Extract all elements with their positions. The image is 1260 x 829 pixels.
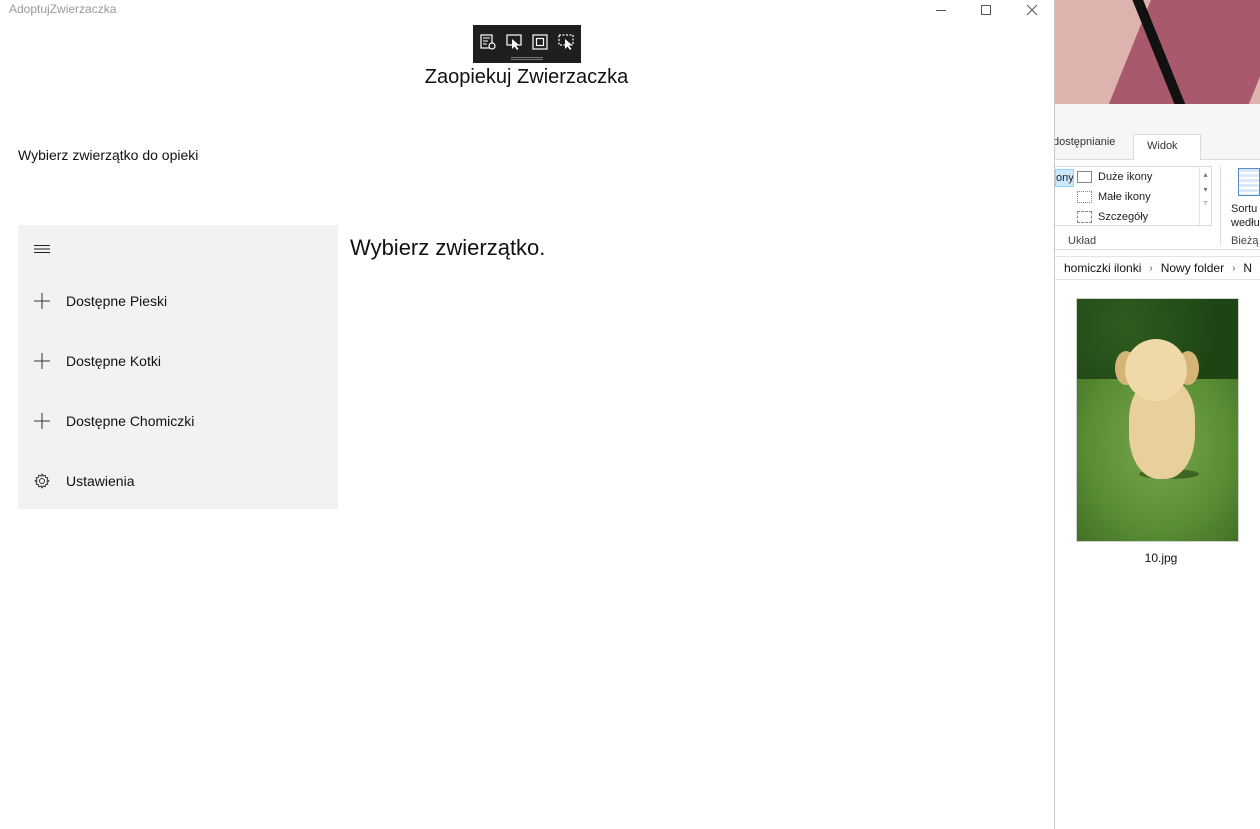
breadcrumb-item[interactable]: N — [1243, 261, 1252, 275]
layout-scrollbar[interactable]: ▴ ▾ ▿ — [1199, 167, 1211, 227]
sort-by-icon[interactable] — [1238, 168, 1260, 196]
file-thumbnail[interactable] — [1076, 298, 1239, 542]
nav-item-label: Dostępne Chomiczki — [66, 413, 195, 429]
group-label-layout: Układ — [1068, 235, 1097, 247]
nav-item-ustawienia[interactable]: Ustawienia — [18, 457, 338, 505]
details-icon — [1077, 211, 1092, 223]
scroll-up-icon[interactable]: ▴ — [1200, 170, 1211, 179]
desktop-wallpaper — [1055, 0, 1260, 104]
file-name[interactable]: 10.jpg — [1076, 551, 1246, 565]
debug-toolbar — [473, 25, 581, 63]
nav-item-label: Dostępne Pieski — [66, 293, 168, 309]
page-title: Zaopiekuj Zwierzaczka — [424, 66, 629, 88]
visual-tree-icon[interactable] — [478, 32, 498, 52]
group-label-current-view: Bieżą — [1231, 235, 1259, 247]
close-button[interactable] — [1009, 0, 1055, 20]
layout-option-selected[interactable]: ony — [1055, 169, 1074, 187]
track-focus-icon[interactable] — [556, 32, 576, 52]
puppy-image — [1125, 339, 1187, 401]
small-icons-icon — [1077, 191, 1092, 203]
window-title: AdoptujZwierzaczka — [9, 2, 117, 16]
large-icons-icon — [1077, 171, 1092, 183]
tab-view[interactable]: Widok — [1133, 134, 1201, 160]
background-explorer-window: dostępnianie Widok ony Duże ikony Małe i… — [1055, 0, 1260, 829]
layout-gallery: ony Duże ikony Małe ikony Szczegóły ▴ ▾ … — [1055, 166, 1212, 227]
maximize-icon — [981, 5, 991, 15]
select-element-icon[interactable] — [504, 32, 524, 52]
breadcrumb-item[interactable]: homiczki ilonki — [1064, 261, 1141, 275]
nav-item-dostepne-pieski[interactable]: Dostępne Pieski — [18, 277, 338, 325]
ribbon-tabs: dostępnianie Widok — [1055, 104, 1260, 160]
address-bar[interactable]: homiczki ilonki › Nowy folder › N — [1055, 256, 1260, 280]
minimize-button[interactable] — [918, 0, 964, 20]
chevron-right-icon[interactable]: › — [1149, 263, 1152, 274]
minimize-icon — [936, 9, 946, 11]
title-bar[interactable]: AdoptujZwierzaczka — [0, 0, 1055, 20]
close-icon — [1026, 4, 1038, 16]
nav-item-label: Dostępne Kotki — [66, 353, 161, 369]
ribbon-body: ony Duże ikony Małe ikony Szczegóły ▴ ▾ … — [1055, 160, 1260, 250]
gear-icon — [18, 457, 66, 505]
expand-gallery-icon[interactable]: ▿ — [1200, 198, 1211, 207]
chevron-right-icon[interactable]: › — [1232, 263, 1235, 274]
plus-icon — [18, 277, 66, 325]
layout-option-small-icons[interactable]: Małe ikony — [1077, 188, 1151, 206]
navigation-pane: Dostępne Pieski Dostępne Kotki Dostępne … — [18, 225, 338, 509]
toolbar-grip[interactable] — [511, 57, 543, 60]
page-subtitle: Wybierz zwierzątko do opieki — [18, 147, 199, 163]
content-heading: Wybierz zwierzątko. — [350, 235, 546, 260]
nav-item-dostepne-kotki[interactable]: Dostępne Kotki — [18, 337, 338, 385]
nav-item-label: Ustawienia — [66, 473, 135, 489]
layout-option-details[interactable]: Szczegóły — [1077, 208, 1148, 226]
scroll-down-icon[interactable]: ▾ — [1200, 185, 1211, 194]
tab-share[interactable]: dostępnianie — [1055, 136, 1115, 148]
hamburger-button[interactable] — [18, 225, 66, 273]
hamburger-icon — [34, 245, 50, 253]
plus-icon — [18, 337, 66, 385]
breadcrumb-item[interactable]: Nowy folder — [1161, 261, 1224, 275]
maximize-button[interactable] — [963, 0, 1009, 20]
layout-option-large-icons[interactable]: Duże ikony — [1077, 168, 1152, 186]
plus-icon — [18, 397, 66, 445]
sort-by-label[interactable]: Sortu wedłu — [1231, 202, 1260, 230]
app-window: AdoptujZwierzaczka Zaopiekuj Zwierzaczka… — [0, 0, 1055, 829]
layout-adorner-icon[interactable] — [530, 32, 550, 52]
nav-item-dostepne-chomiczki[interactable]: Dostępne Chomiczki — [18, 397, 338, 445]
